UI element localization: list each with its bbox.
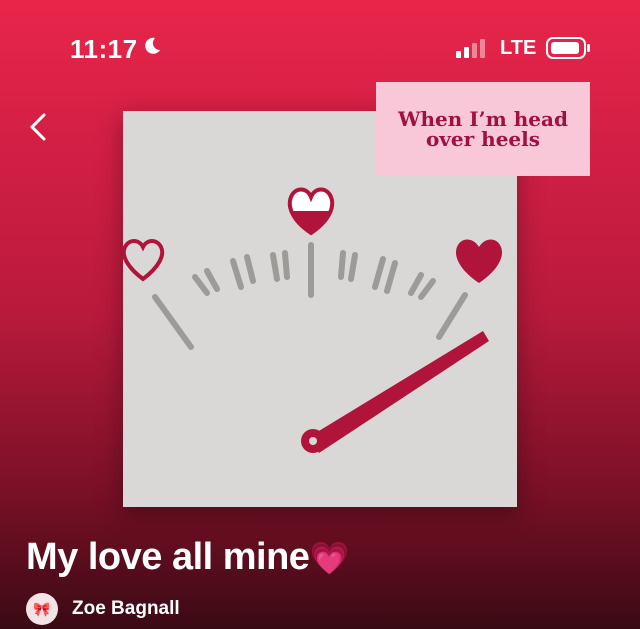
moon-icon (145, 37, 160, 54)
cover-caption-text: When I’m head over heels (398, 107, 568, 151)
cover-caption: When I’m head over heels (376, 82, 590, 176)
bow-icon: 🎀 (33, 600, 51, 617)
heart-emoji-icon: 💗 (309, 540, 349, 576)
network-type: LTE (500, 37, 537, 59)
battery-icon (546, 37, 590, 59)
chevron-left-icon (30, 113, 46, 141)
playlist-owner[interactable]: 🎀 Zoe Bagnall (26, 592, 180, 626)
signal-icon (456, 39, 485, 58)
owner-name[interactable]: Zoe Bagnall (72, 598, 180, 620)
playlist-title-text: My love all mine (26, 536, 310, 578)
back-button[interactable] (26, 112, 50, 142)
avatar[interactable]: 🎀 (26, 593, 58, 625)
status-time: 11:17 (70, 34, 138, 64)
playlist-title: My love all mine💗 (26, 536, 349, 579)
